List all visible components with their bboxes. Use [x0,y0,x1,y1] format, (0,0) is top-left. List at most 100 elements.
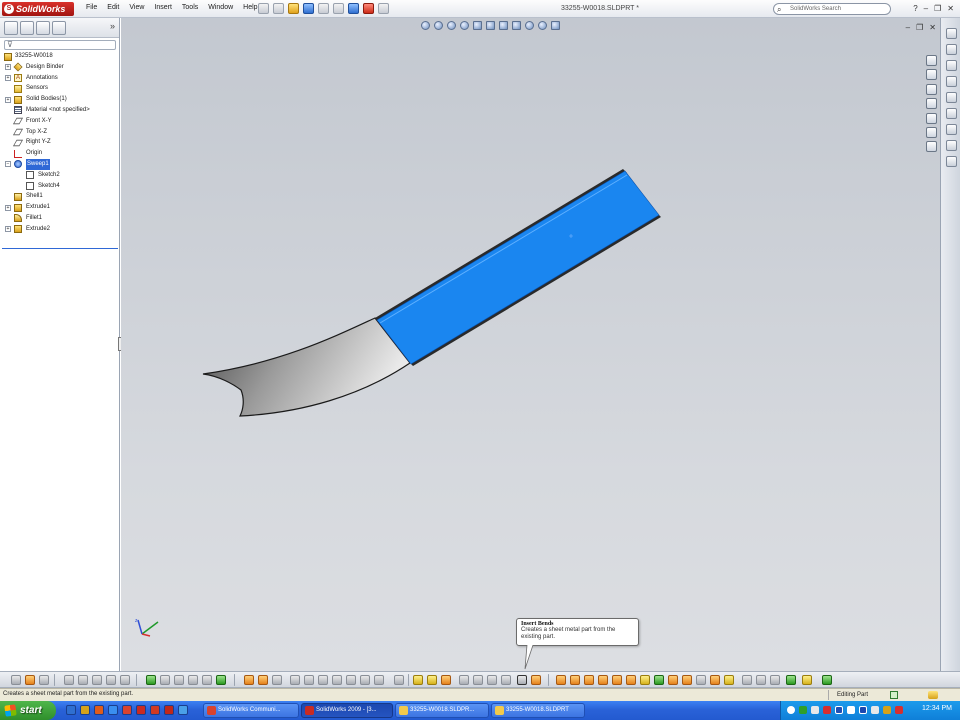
align-icon[interactable] [120,675,130,685]
pause-macro-icon[interactable] [174,675,184,685]
view-palette-icon[interactable] [926,112,937,124]
task-pane-toolbox-icon[interactable] [946,156,957,167]
solidworks-quicklaunch-icon[interactable] [122,705,132,715]
extruded-boss-icon[interactable] [556,675,566,685]
tab-dimxpert-manager[interactable] [52,21,66,35]
task-pane-properties-icon[interactable] [946,124,957,135]
camera-icon[interactable] [11,675,21,685]
part-model[interactable] [121,18,940,671]
task-pane-appearance-icon[interactable] [946,108,957,119]
app-quicklaunch-icon-1[interactable] [136,705,146,715]
menu-file[interactable]: File [86,4,97,11]
circle-tool-icon[interactable] [304,675,314,685]
revolved-cut-icon[interactable] [626,675,636,685]
rib-tool-icon[interactable] [668,675,678,685]
new-macro-icon[interactable] [202,675,212,685]
tree-item-fillet[interactable]: Fillet1 [0,213,120,224]
task-pane-library-icon[interactable] [946,44,957,55]
fillet-tool-icon[interactable] [640,675,650,685]
edit-macro-icon[interactable] [188,675,198,685]
chamfer-tool-icon[interactable] [654,675,664,685]
relations-icon[interactable] [394,675,404,685]
graphics-viewport[interactable]: – ❐ ✕ z Insert Bends Creates a sheet met… [121,18,940,671]
swept-boss-icon[interactable] [584,675,594,685]
expand-toggle[interactable]: + [5,226,11,233]
spline-tool-icon[interactable] [332,675,342,685]
tray-expand-icon[interactable] [787,706,795,714]
undo-icon[interactable] [333,3,344,14]
print-icon[interactable] [318,3,329,14]
line-color-icon[interactable] [92,675,102,685]
file-explorer-icon[interactable] [926,83,937,95]
open-folder-icon[interactable] [288,3,299,14]
rebuild-status-icon[interactable] [890,691,898,699]
layer-icon[interactable] [64,675,74,685]
tab-feature-manager[interactable] [4,21,18,35]
internet-explorer-icon[interactable] [108,705,118,715]
line-format-icon[interactable] [78,675,88,685]
lofted-boss-icon[interactable] [598,675,608,685]
tree-root[interactable]: 33255-W0018 [0,51,120,62]
start-button[interactable]: start [0,701,56,720]
expand-toggle[interactable]: + [5,204,11,211]
tree-item-annotations[interactable]: + A Annotations [0,73,120,84]
task-pane-search-icon[interactable] [946,76,957,87]
tree-filter-input[interactable]: ⊽ [4,40,116,50]
tray-network-icon[interactable] [799,706,807,714]
restore-icon[interactable]: ❐ [934,4,941,13]
stop-macro-icon[interactable] [160,675,170,685]
task-pane-palette-icon[interactable] [946,92,957,103]
tree-item-extrude2[interactable]: + Extrude2 [0,224,120,235]
shell-tool-icon[interactable] [682,675,692,685]
curves-icon[interactable] [770,675,780,685]
tree-item-origin[interactable]: Origin [0,148,120,159]
tray-volume-icon[interactable] [871,706,879,714]
close-icon[interactable]: ✕ [947,4,954,13]
miter-flange-icon[interactable] [441,675,451,685]
taskbar-item-folder-2[interactable]: 33255-W0018.SLDPRT [491,703,585,718]
app-quicklaunch-icon-3[interactable] [164,705,174,715]
mirror-feature-icon[interactable] [742,675,752,685]
task-pane-explorer-icon[interactable] [946,60,957,71]
tree-item-top-plane[interactable]: Top X-Z [0,127,120,138]
menu-help[interactable]: Help [243,4,257,11]
save-icon[interactable] [303,3,314,14]
expand-panel-icon[interactable]: » [110,21,115,31]
tree-item-shell[interactable]: Shell1 [0,191,120,202]
tray-monitor-icon[interactable] [847,706,855,714]
trim-tool-icon[interactable] [346,675,356,685]
part-selected-face[interactable] [376,170,660,365]
expand-toggle[interactable]: + [5,64,11,71]
tray-update-icon[interactable] [883,706,891,714]
edge-flange-icon[interactable] [427,675,437,685]
insert-bends-icon[interactable] [517,675,527,685]
units-status-icon[interactable] [928,691,938,699]
firefox-icon[interactable] [94,705,104,715]
instant3d-icon[interactable] [786,675,796,685]
pattern-icon[interactable] [724,675,734,685]
tray-display-icon[interactable] [859,706,867,714]
helix-icon[interactable] [822,675,832,685]
search-input[interactable]: ⌕ SolidWorks Search [773,3,891,15]
appearances-icon[interactable] [926,126,937,138]
minimize-icon[interactable]: – [924,4,928,13]
line-tool-icon[interactable] [272,675,282,685]
part-curved-tip-face[interactable] [202,317,411,417]
tree-item-extrude1[interactable]: + Extrude1 [0,202,120,213]
mirror-tool-icon[interactable] [360,675,370,685]
base-flange-icon[interactable] [413,675,423,685]
closed-corner-icon[interactable] [501,675,511,685]
taskbar-item-solidworks-community[interactable]: SolidWorks Communi... [203,703,299,718]
design-library-icon[interactable] [926,69,937,81]
tree-item-solid-bodies[interactable]: + Solid Bodies(1) [0,94,120,105]
offset-tool-icon[interactable] [374,675,384,685]
taskbar-item-folder-1[interactable]: 33255-W0018.SLDPR... [395,703,489,718]
tree-item-sensors[interactable]: Sensors [0,83,120,94]
menu-insert[interactable]: Insert [154,4,172,11]
custom-properties-icon[interactable] [926,141,937,153]
explorer-icon[interactable] [80,705,90,715]
tray-alert-icon[interactable] [895,706,903,714]
app-quicklaunch-icon-4[interactable] [178,705,188,715]
extruded-cut-icon[interactable] [612,675,622,685]
tab-property-manager[interactable] [20,21,34,35]
